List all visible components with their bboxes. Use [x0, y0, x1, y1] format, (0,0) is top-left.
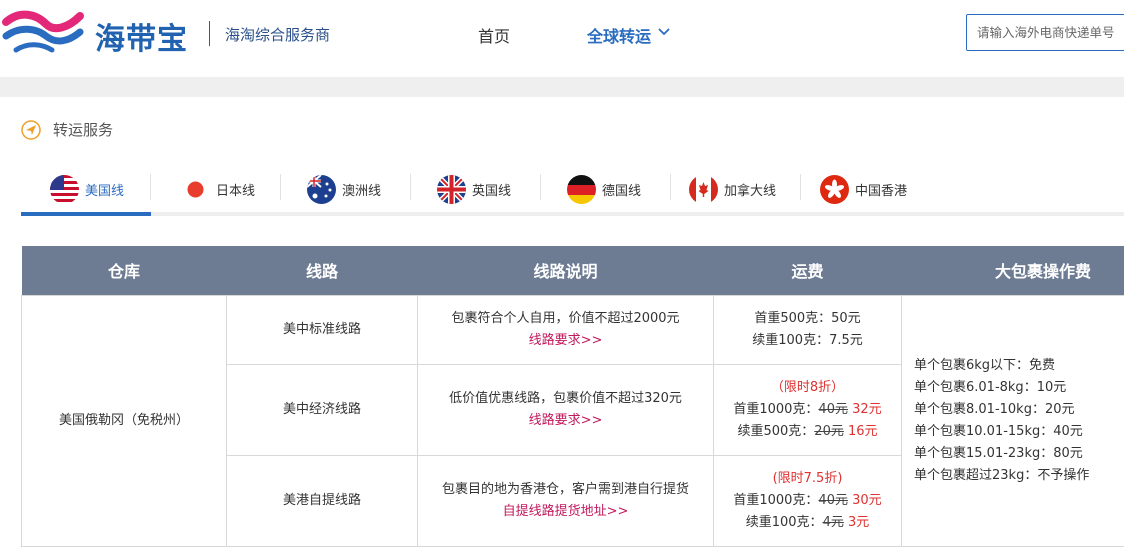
australia-flag-icon: [307, 174, 336, 204]
divider: [209, 21, 210, 46]
search-box[interactable]: [966, 14, 1124, 51]
tab-canada[interactable]: 加拿大线: [689, 166, 776, 212]
fee-line: 单个包裹10.01-15kg：40元: [914, 423, 1083, 439]
additional-weight-fee: 续重500克：20元 16元: [714, 421, 901, 443]
search-input[interactable]: [967, 15, 1124, 50]
section-title: 转运服务: [53, 121, 114, 139]
nav-global-shipping-link[interactable]: 全球转运: [587, 23, 651, 47]
fee-label: 续重500克：: [737, 423, 815, 439]
tab-label: 美国线: [85, 183, 125, 199]
warehouse-cell: 美国俄勒冈（免税州）: [21, 294, 227, 547]
fee-label: 首重1000克：: [733, 401, 819, 417]
route-desc-cell: 包裹符合个人自用，价值不超过2000元 线路要求>>: [417, 294, 714, 365]
germany-flag-icon: [567, 174, 596, 204]
brand-name[interactable]: 海带宝: [95, 14, 188, 58]
tab-hongkong[interactable]: 中国香港: [820, 166, 907, 212]
tab-label: 日本线: [216, 183, 256, 199]
first-weight-fee: 首重500克：50元: [754, 310, 861, 326]
tabs-baseline: [21, 212, 1124, 216]
route-desc-cell: 低价值优惠线路，包裹价值不超过320元 线路要求>>: [417, 363, 714, 456]
tab-label: 加拿大线: [724, 183, 777, 199]
shipping-rates-table: 仓库 线路 线路说明 运费 大包裹操作费 美国俄勒冈（免税州） 美中标准线路 包…: [21, 246, 1124, 547]
fee-label: 续重100克：: [745, 514, 823, 530]
us-flag-icon: [50, 174, 79, 204]
chevron-down-icon[interactable]: [657, 27, 671, 37]
table-header-row: 仓库 线路 线路说明 运费 大包裹操作费: [21, 246, 1124, 295]
tab-separator: [800, 174, 801, 200]
route-desc: 低价值优惠线路，包裹价值不超过320元: [449, 390, 682, 406]
brand-tagline: 海淘综合服务商: [225, 26, 331, 44]
tab-australia[interactable]: 澳洲线: [307, 166, 381, 212]
tab-us[interactable]: 美国线: [50, 166, 124, 212]
route-desc: 包裹符合个人自用，价值不超过2000元: [451, 310, 680, 326]
fee-line: 单个包裹6kg以下：免费: [914, 357, 1056, 373]
route-desc: 包裹目的地为香港仓，客户需到港自行提货: [441, 481, 689, 497]
route-desc-cell: 包裹目的地为香港仓，客户需到港自行提货 自提线路提货地址>>: [417, 454, 714, 547]
japan-flag-icon: [181, 175, 210, 204]
pickup-address-link[interactable]: 自提线路提货地址>>: [418, 501, 713, 523]
table-row: 美国俄勒冈（免税州） 美中标准线路 包裹符合个人自用，价值不超过2000元 线路…: [21, 294, 1124, 547]
tab-separator: [540, 174, 541, 200]
large-parcel-fee-cell: 单个包裹6kg以下：免费 单个包裹6.01-8kg：10元 单个包裹8.01-1…: [901, 294, 1124, 547]
tab-uk[interactable]: 英国线: [437, 166, 511, 212]
fee-line: 单个包裹超过23kg：不予操作: [914, 467, 1090, 483]
site-header: 海带宝 海淘综合服务商 首页 全球转运: [0, 0, 1124, 77]
route-name: 美中经济线路: [226, 363, 418, 456]
fee-label: 首重1000克：: [733, 492, 819, 508]
original-price: 20元: [814, 423, 844, 439]
additional-weight-fee: 续重100克：4元 3元: [714, 512, 901, 534]
active-tab-indicator: [21, 212, 151, 216]
additional-weight-fee: 续重100克：7.5元: [752, 332, 863, 348]
promo-badge: (限时7.5折): [772, 470, 843, 486]
route-name: 美中标准线路: [226, 294, 418, 365]
tab-label: 澳洲线: [342, 183, 382, 199]
route-tabs: 美国线 日本线 澳洲线 英国线 德国线 加拿大线 中国香港: [21, 166, 1124, 216]
route-requirements-link[interactable]: 线路要求>>: [418, 410, 713, 432]
tab-separator: [280, 174, 281, 200]
tab-japan[interactable]: 日本线: [181, 166, 255, 212]
hongkong-flag-icon: [820, 174, 849, 204]
fee-cell: (限时7.5折) 首重1000克：40元 30元 续重100克：4元 3元: [713, 454, 902, 547]
tab-separator: [410, 174, 411, 200]
discount-price: 3元: [847, 514, 870, 530]
column-header-route: 线路: [226, 246, 418, 295]
fee-line: 单个包裹6.01-8kg：10元: [914, 379, 1067, 395]
haidaibao-logo-icon[interactable]: [2, 6, 84, 58]
column-header-route-desc: 线路说明: [417, 246, 714, 295]
uk-flag-icon: [437, 174, 466, 204]
column-header-shipping-fee: 运费: [713, 246, 902, 295]
tab-label: 德国线: [602, 183, 642, 199]
fee-cell: （限时8折） 首重1000克：40元 32元 续重500克：20元 16元: [713, 363, 902, 456]
fee-line: 单个包裹8.01-10kg：20元: [914, 401, 1075, 417]
tab-label: 中国香港: [855, 183, 908, 199]
fee-cell: 首重500克：50元 续重100克：7.5元: [713, 294, 902, 365]
promo-badge: （限时8折）: [770, 379, 845, 395]
discount-price: 16元: [847, 423, 878, 439]
paper-plane-icon: [21, 120, 41, 140]
original-price: 40元: [818, 492, 848, 508]
original-price: 4元: [822, 514, 844, 530]
route-name: 美港自提线路: [226, 454, 418, 547]
fee-line: 单个包裹15.01-23kg：80元: [914, 445, 1083, 461]
header-separator-band: [0, 77, 1124, 97]
discount-price: 32元: [852, 401, 882, 417]
tab-label: 英国线: [472, 183, 512, 199]
tab-germany[interactable]: 德国线: [567, 166, 641, 212]
first-weight-fee: 首重1000克：40元 30元: [714, 490, 901, 512]
column-header-large-parcel-fee: 大包裹操作费: [901, 246, 1124, 295]
route-requirements-link[interactable]: 线路要求>>: [418, 330, 713, 352]
discount-price: 30元: [852, 492, 882, 508]
tab-separator: [150, 174, 151, 200]
column-header-warehouse: 仓库: [21, 246, 227, 295]
canada-flag-icon: [689, 174, 718, 204]
original-price: 40元: [818, 401, 848, 417]
tab-separator: [670, 174, 671, 200]
nav-home-link[interactable]: 首页: [478, 23, 510, 47]
first-weight-fee: 首重1000克：40元 32元: [714, 399, 901, 421]
